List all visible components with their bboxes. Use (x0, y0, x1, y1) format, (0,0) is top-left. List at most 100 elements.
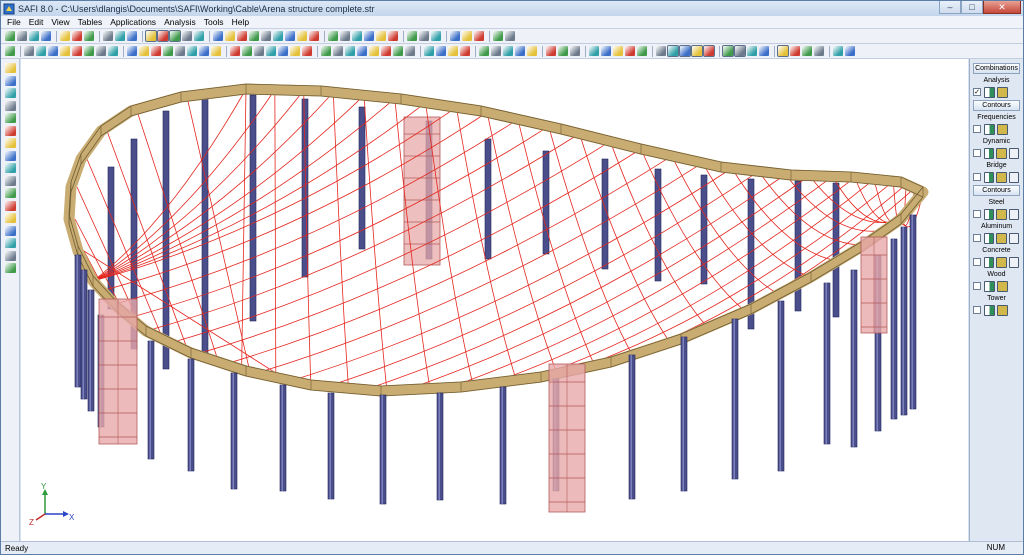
group-checkbox[interactable]: ✓ (973, 88, 981, 96)
results-table-icon[interactable] (984, 123, 995, 135)
settings-icon[interactable] (1008, 171, 1019, 183)
tb2-tool-icon[interactable] (558, 46, 568, 56)
tb2-tool-icon[interactable] (266, 46, 276, 56)
view-tool-icon[interactable] (4, 188, 16, 198)
tb2-tool-icon[interactable] (24, 46, 34, 56)
view-tool-icon[interactable] (4, 200, 16, 211)
tb1-tool-icon[interactable] (462, 31, 472, 41)
tb1-tool-icon[interactable] (194, 31, 204, 41)
tb2-tool-icon[interactable] (625, 46, 635, 56)
tb1-tool-icon[interactable] (297, 31, 307, 41)
menu-tools[interactable]: Tools (204, 17, 224, 27)
maximize-button[interactable]: □ (961, 1, 983, 14)
tb1-tool-icon[interactable] (376, 31, 386, 41)
tb2-tool-icon[interactable] (175, 46, 185, 56)
tb1-tool-icon[interactable] (328, 31, 338, 41)
report-icon[interactable] (996, 256, 1007, 268)
minimize-button[interactable]: – (939, 1, 961, 14)
report-icon[interactable] (997, 123, 1008, 135)
combinations-button[interactable]: Combinations (973, 63, 1020, 74)
group-checkbox[interactable] (973, 125, 981, 133)
tb1-tool-icon[interactable] (450, 31, 460, 41)
view-tool-icon[interactable] (4, 213, 16, 223)
menu-edit[interactable]: Edit (29, 17, 44, 27)
report-icon[interactable] (997, 86, 1008, 98)
group-checkbox[interactable] (973, 258, 981, 266)
tb2-tool-icon[interactable] (151, 46, 161, 56)
tb2-tool-icon[interactable] (703, 45, 715, 57)
tb2-tool-icon[interactable] (230, 46, 240, 56)
tb1-tool-icon[interactable] (127, 31, 137, 41)
tb2-tool-icon[interactable] (833, 46, 843, 56)
tb2-tool-icon[interactable] (460, 46, 470, 56)
tb2-tool-icon[interactable] (845, 46, 855, 56)
tb1-tool-icon[interactable] (352, 31, 362, 41)
tb2-tool-icon[interactable] (589, 46, 599, 56)
tb2-tool-icon[interactable] (72, 46, 82, 56)
view-tool-icon[interactable] (4, 125, 16, 136)
menu-view[interactable]: View (51, 17, 69, 27)
tb1-tool-icon[interactable] (213, 31, 223, 41)
tb1-tool-icon[interactable] (145, 30, 157, 42)
results-table-icon[interactable] (984, 280, 995, 292)
tb1-tool-icon[interactable] (5, 31, 15, 41)
results-table-icon[interactable] (984, 86, 995, 98)
tb2-tool-icon[interactable] (242, 46, 252, 56)
results-table-icon[interactable] (983, 147, 995, 159)
tb2-tool-icon[interactable] (613, 46, 623, 56)
view-tool-icon[interactable] (4, 238, 16, 248)
view-tool-icon[interactable] (4, 175, 16, 186)
tb1-tool-icon[interactable] (474, 31, 484, 41)
tb1-tool-icon[interactable] (103, 31, 113, 41)
tb1-tool-icon[interactable] (115, 31, 125, 41)
report-icon[interactable] (996, 171, 1007, 183)
tb2-tool-icon[interactable] (5, 46, 15, 56)
tb1-tool-icon[interactable] (340, 31, 350, 41)
tb1-tool-icon[interactable] (17, 31, 27, 41)
group-checkbox[interactable] (973, 234, 981, 242)
group-checkbox[interactable] (973, 282, 981, 290)
tb2-tool-icon[interactable] (479, 46, 489, 56)
menu-analysis[interactable]: Analysis (164, 17, 196, 27)
tb1-tool-icon[interactable] (249, 31, 259, 41)
tb1-tool-icon[interactable] (407, 31, 417, 41)
tb1-tool-icon[interactable] (309, 31, 319, 41)
tb2-tool-icon[interactable] (278, 46, 288, 56)
tb2-tool-icon[interactable] (290, 46, 300, 56)
view-tool-icon[interactable] (4, 75, 16, 86)
view-tool-icon[interactable] (4, 263, 16, 273)
report-icon[interactable] (996, 147, 1007, 159)
close-button[interactable]: ✕ (983, 1, 1021, 14)
tb2-tool-icon[interactable] (802, 46, 812, 56)
tb2-tool-icon[interactable] (448, 46, 458, 56)
tb2-tool-icon[interactable] (679, 45, 691, 57)
report-icon[interactable] (997, 280, 1008, 292)
menu-applications[interactable]: Applications (110, 17, 156, 27)
results-table-icon[interactable] (983, 232, 995, 244)
results-table-icon[interactable] (983, 171, 995, 183)
tb2-tool-icon[interactable] (691, 45, 703, 57)
tb2-tool-icon[interactable] (424, 46, 434, 56)
tb2-tool-icon[interactable] (139, 46, 149, 56)
tb2-tool-icon[interactable] (163, 46, 173, 56)
tb2-tool-icon[interactable] (570, 46, 580, 56)
tb2-tool-icon[interactable] (436, 46, 446, 56)
model-viewport[interactable]: Y X Z (21, 59, 968, 541)
tb2-tool-icon[interactable] (747, 46, 757, 56)
tb2-tool-icon[interactable] (601, 46, 611, 56)
tb2-tool-icon[interactable] (345, 46, 355, 56)
report-icon[interactable] (997, 304, 1008, 316)
group-checkbox[interactable] (973, 210, 981, 218)
tb2-tool-icon[interactable] (60, 46, 70, 56)
tb2-tool-icon[interactable] (734, 45, 746, 57)
view-tool-icon[interactable] (4, 88, 16, 98)
tb2-tool-icon[interactable] (321, 46, 331, 56)
tb1-tool-icon[interactable] (72, 31, 82, 41)
group-checkbox[interactable] (973, 173, 981, 181)
tb1-tool-icon[interactable] (285, 31, 295, 41)
tb1-tool-icon[interactable] (29, 31, 39, 41)
report-icon[interactable] (996, 208, 1007, 220)
tb2-tool-icon[interactable] (357, 46, 367, 56)
menu-help[interactable]: Help (232, 17, 249, 27)
contours-button[interactable]: Contours (973, 100, 1020, 111)
